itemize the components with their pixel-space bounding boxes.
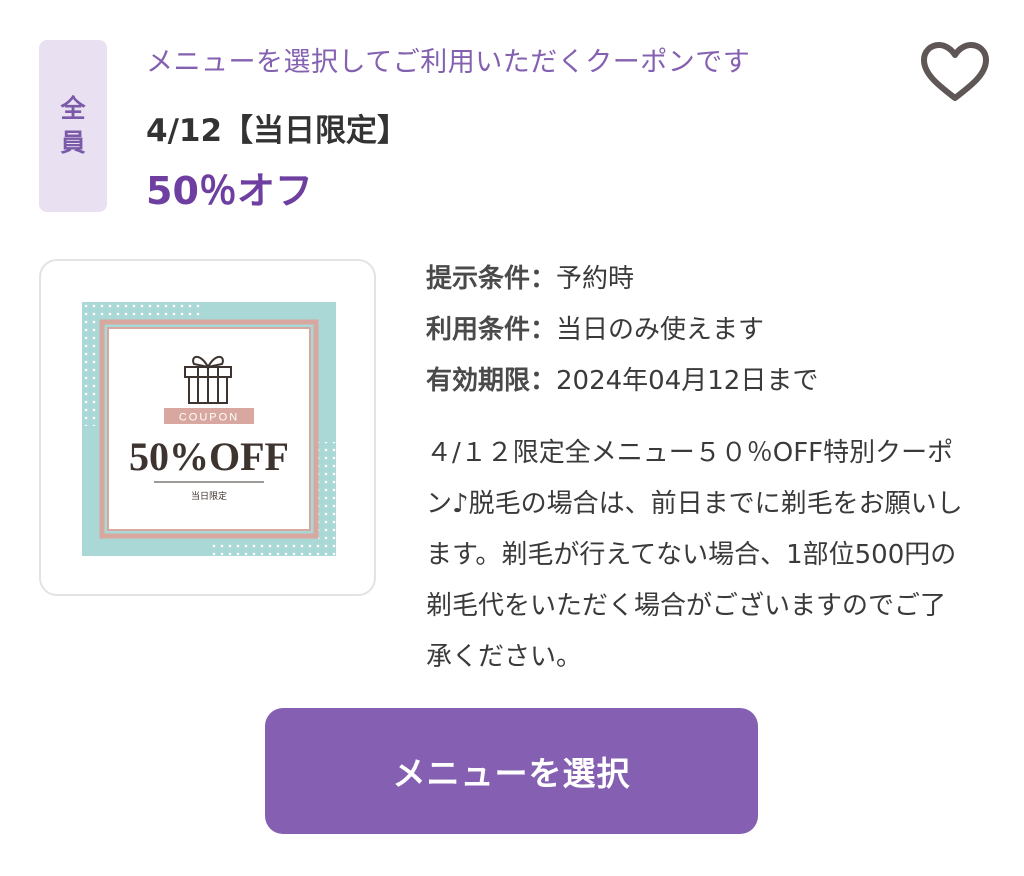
condition-expiry: 有効期限：2024年04月12日まで	[426, 360, 818, 397]
target-badge: 全 員	[39, 40, 107, 212]
coupon-card: 全 員 メニューを選択してご利用いただくクーポンです 4/12【当日限定】 50…	[0, 0, 1024, 876]
coupon-image: COUPON 50%OFF 当日限定	[82, 302, 336, 556]
coupon-title: 4/12【当日限定】	[146, 113, 409, 149]
condition-label: 利用条件：	[426, 315, 557, 345]
condition-label: 提示条件：	[426, 264, 557, 294]
select-menu-button[interactable]: メニューを選択	[265, 708, 758, 834]
condition-value: 2024年04月12日まで	[556, 366, 819, 396]
coupon-subtitle: メニューを選択してご利用いただくクーポンです	[146, 47, 751, 78]
badge-char-2: 員	[60, 128, 86, 157]
coupon-headline-text: 50%OFF	[129, 434, 289, 479]
coupon-tag-text: COUPON	[179, 412, 239, 424]
heart-icon[interactable]	[918, 40, 992, 104]
coupon-caption-text: 当日限定	[191, 490, 227, 502]
condition-value: 当日のみ使えます	[556, 315, 765, 345]
coupon-discount: 50％オフ	[146, 169, 313, 213]
badge-char-1: 全	[60, 94, 86, 123]
coupon-image-frame: COUPON 50%OFF 当日限定	[39, 259, 376, 596]
condition-value: 予約時	[556, 264, 635, 294]
condition-presentation: 提示条件：予約時	[426, 258, 634, 295]
condition-usage: 利用条件：当日のみ使えます	[426, 309, 764, 346]
condition-label: 有効期限：	[426, 366, 557, 396]
coupon-description: ４/１２限定全メニュー５０％OFF特別クーポン♪脱毛の場合は、前日までに剃毛をお…	[426, 438, 963, 672]
